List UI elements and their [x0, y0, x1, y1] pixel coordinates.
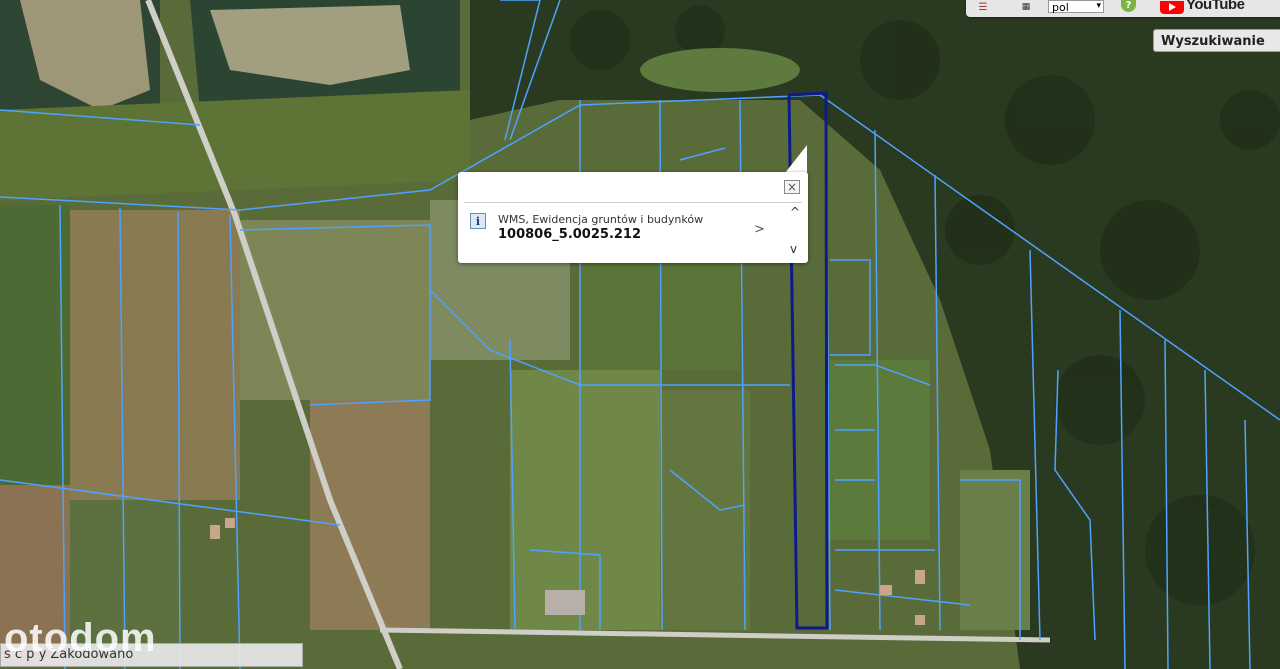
- watermark: otodom: [4, 616, 157, 660]
- list-icon[interactable]: ☰: [975, 0, 991, 14]
- language-select[interactable]: pol ▾: [1048, 0, 1104, 14]
- wms-icon[interactable]: ▦: [1015, 0, 1037, 14]
- map-canvas[interactable]: [0, 0, 1280, 669]
- chevron-right-icon[interactable]: >: [754, 222, 765, 237]
- info-icon: i: [470, 213, 486, 229]
- youtube-icon: [1160, 0, 1184, 14]
- chevron-up-icon[interactable]: ^: [790, 205, 800, 219]
- close-icon[interactable]: ×: [784, 180, 800, 194]
- popup-divider: [464, 202, 802, 203]
- search-button[interactable]: Wyszukiwanie: [1153, 29, 1280, 52]
- info-popup: × i WMS, Ewidencja gruntów i budynków 10…: [458, 172, 808, 263]
- layer-name: WMS, Ewidencja gruntów i budynków: [498, 213, 704, 226]
- popup-tail: [785, 145, 807, 173]
- parcel-id: 100806_5.0025.212: [498, 227, 642, 242]
- youtube-link[interactable]: YouTube: [1160, 0, 1245, 14]
- chevron-down-icon[interactable]: v: [790, 242, 797, 256]
